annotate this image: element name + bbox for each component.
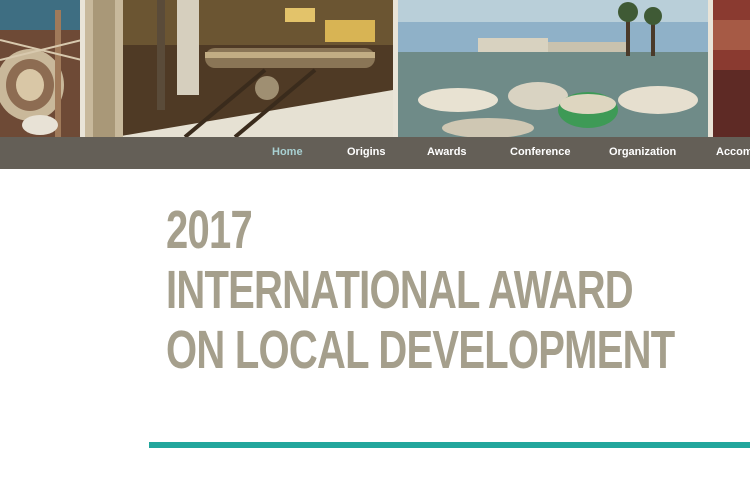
banner-photo-nets bbox=[0, 0, 82, 137]
banner-photo-machinery bbox=[85, 0, 393, 137]
main-nav: Home Origins Awards Conference Organizat… bbox=[0, 137, 750, 169]
header-banner bbox=[0, 0, 750, 137]
nav-item-home[interactable]: Home bbox=[272, 137, 303, 169]
banner-photo-harbour bbox=[398, 0, 708, 137]
nav-item-awards[interactable]: Awards bbox=[427, 137, 467, 169]
title-line-2: ON LOCAL DEVELOPMENT bbox=[166, 320, 675, 380]
nav-item-origins[interactable]: Origins bbox=[347, 137, 386, 169]
title-line-1: INTERNATIONAL AWARD bbox=[166, 260, 634, 320]
accent-divider bbox=[149, 442, 750, 448]
page-title: 2017 INTERNATIONAL AWARD ON LOCAL DEVELO… bbox=[166, 200, 746, 380]
banner-photo-strip bbox=[713, 0, 750, 137]
nav-item-organization[interactable]: Organization bbox=[609, 137, 676, 169]
title-year: 2017 bbox=[166, 200, 253, 260]
nav-item-conference[interactable]: Conference bbox=[510, 137, 571, 169]
nav-item-accomodation[interactable]: Accomo bbox=[716, 137, 750, 169]
